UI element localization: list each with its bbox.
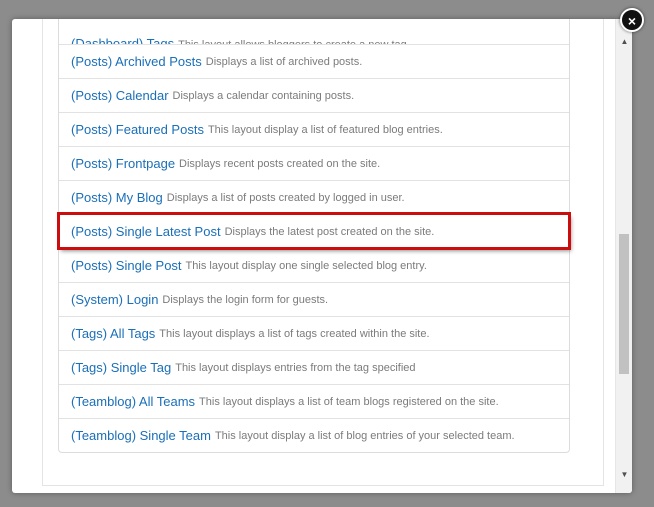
layout-item[interactable]: (Tags) Single Tag This layout displays en… (59, 350, 569, 384)
layout-item-title[interactable]: (Posts) Single Latest Post (71, 224, 221, 239)
layout-item[interactable]: (Posts) Single Post This layout display o… (59, 248, 569, 282)
layout-item-title[interactable]: (Teamblog) Single Team (71, 428, 211, 443)
layout-item-title[interactable]: (System) Login (71, 292, 158, 307)
layout-item-description: Displays the login form for guests. (162, 293, 329, 306)
vertical-scrollbar[interactable]: ▲ ▼ (615, 19, 632, 493)
layout-item[interactable]: (Teamblog) All Teams This layout displays… (59, 384, 569, 418)
scroll-down-arrow-icon[interactable]: ▼ (616, 466, 632, 483)
close-icon[interactable]: × (620, 8, 644, 32)
layout-item[interactable]: (Posts) Calendar Displays a calendar cont… (59, 78, 569, 112)
layout-item[interactable]: (Tags) All Tags This layout displays a li… (59, 316, 569, 350)
layout-item-description: This layout display one single selected … (185, 259, 427, 272)
layout-picker-dialog: (Dashboard) Tags This layout allows blogg… (12, 19, 632, 493)
layout-item-description: This layout display a list of featured b… (207, 123, 443, 136)
layout-item[interactable]: (System) Login Displays the login form fo… (59, 282, 569, 316)
layout-item[interactable]: (Teamblog) Single Team This layout displa… (59, 418, 569, 452)
layout-item-title[interactable]: (Posts) Frontpage (71, 156, 175, 171)
layout-item-title[interactable]: (Posts) Featured Posts (71, 122, 204, 137)
layout-item-highlighted[interactable]: (Posts) Single Latest Post Displays the l… (57, 212, 571, 250)
layout-item-description: This layout displays entries from the ta… (175, 361, 416, 374)
layout-item-title[interactable]: (Posts) My Blog (71, 190, 163, 205)
scroll-up-arrow-icon[interactable]: ▲ (616, 33, 632, 50)
layout-item[interactable]: (Posts) Featured Posts This layout displa… (59, 112, 569, 146)
layout-item[interactable]: (Posts) Archived Posts Displays a list of… (59, 44, 569, 78)
layout-item[interactable]: (Posts) My Blog Displays a list of posts … (59, 180, 569, 214)
layout-item-description: Displays a list of archived posts. (205, 55, 363, 68)
layout-item-title[interactable]: (Posts) Archived Posts (71, 54, 202, 69)
layout-item-description: This layout display a list of blog entri… (214, 429, 515, 442)
layout-item-title[interactable]: (Dashboard) Tags (71, 36, 174, 44)
layout-item[interactable]: (Posts) Frontpage Displays recent posts c… (59, 146, 569, 180)
layout-item[interactable]: (Dashboard) Tags This layout allows blogg… (59, 19, 569, 44)
layout-item-title[interactable]: (Posts) Calendar (71, 88, 169, 103)
layout-item-description: Displays recent posts created on the sit… (179, 157, 381, 170)
layout-item-description: Displays the latest post created on the … (224, 225, 435, 238)
layout-item-title[interactable]: (Tags) All Tags (71, 326, 155, 341)
dialog-scroll-area: (Dashboard) Tags This layout allows blogg… (12, 19, 615, 493)
layout-item-title[interactable]: (Posts) Single Post (71, 258, 182, 273)
layout-item-title[interactable]: (Teamblog) All Teams (71, 394, 195, 409)
layout-item-description: This layout allows bloggers to create a … (178, 39, 410, 44)
layout-item-description: This layout displays a list of team blog… (199, 395, 499, 408)
layout-list: (Dashboard) Tags This layout allows blogg… (57, 19, 571, 453)
scrollbar-thumb[interactable] (619, 234, 629, 374)
layout-item-description: Displays a list of posts created by logg… (166, 191, 405, 204)
layout-item-description: This layout displays a list of tags crea… (159, 327, 430, 340)
layout-item-description: Displays a calendar containing posts. (172, 89, 355, 102)
layout-item-title[interactable]: (Tags) Single Tag (71, 360, 171, 375)
